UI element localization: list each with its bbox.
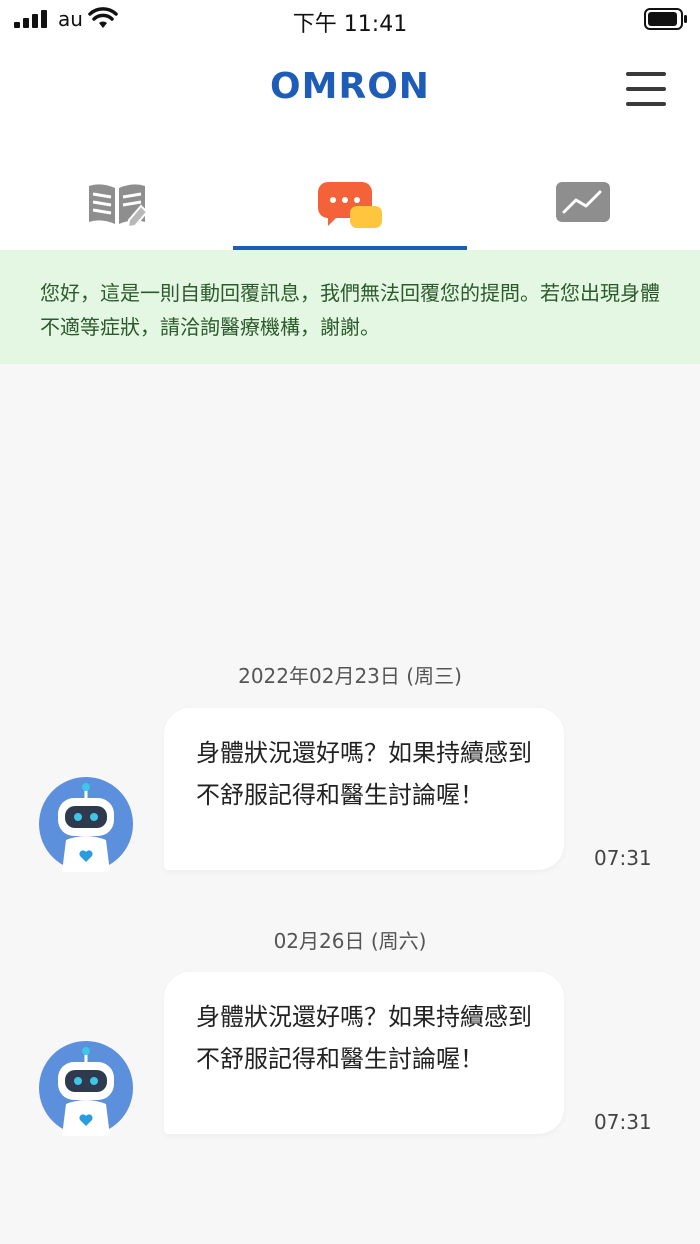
omron-logo: OMRON — [270, 66, 430, 107]
robot-avatar-icon — [39, 1041, 133, 1136]
message-time: 07:31 — [594, 1110, 652, 1134]
auto-reply-notice: 您好，這是一則自動回覆訊息，我們無法回覆您的提問。若您出現身體不適等症狀，請洽詢… — [0, 250, 700, 364]
clock-time: 下午 11:41 — [292, 12, 408, 37]
tab-graph[interactable] — [467, 140, 700, 250]
battery-icon — [644, 8, 687, 30]
tab-diary[interactable] — [0, 140, 233, 250]
robot-avatar-icon — [39, 777, 133, 872]
tab-bar — [0, 140, 700, 250]
app-header: OMRON — [0, 40, 700, 140]
notice-text: 您好，這是一則自動回覆訊息，我們無法回覆您的提問。若您出現身體不適等症狀，請洽詢… — [40, 281, 660, 339]
chat-bubble: 身體狀況還好嗎？如果持續感到不舒服記得和醫生討論喔！ — [164, 708, 564, 870]
book-edit-icon — [88, 184, 148, 229]
chat-bubbles-icon — [317, 182, 382, 228]
date-separator: 02月26日 (周六) — [273, 929, 427, 953]
hamburger-menu-icon[interactable] — [626, 70, 666, 108]
message-text: 身體狀況還好嗎？如果持續感到不舒服記得和醫生討論喔！ — [196, 739, 532, 809]
message-time: 07:31 — [594, 846, 652, 870]
tab-chat[interactable] — [233, 140, 466, 250]
message-text: 身體狀況還好嗎？如果持續感到不舒服記得和醫生討論喔！ — [196, 1003, 532, 1073]
date-separator: 2022年02月23日 (周三) — [238, 664, 462, 688]
chat-bubble: 身體狀況還好嗎？如果持續感到不舒服記得和醫生討論喔！ — [164, 972, 564, 1134]
status-bar: au 下午 11:41 — [0, 0, 700, 40]
trend-chart-icon — [555, 182, 610, 222]
